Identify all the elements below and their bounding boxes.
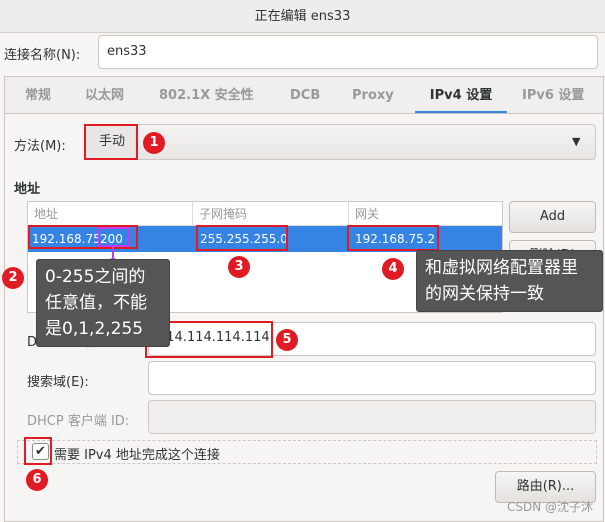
add-address-button[interactable]: Add (509, 201, 596, 233)
method-label: 方法(M): (14, 139, 66, 154)
dhcp-client-id-input (148, 400, 596, 434)
annotation-marker-6: 6 (26, 469, 48, 491)
connection-name-input[interactable]: ens33 (98, 35, 598, 69)
column-header-gateway[interactable]: 网关 (349, 202, 502, 226)
tab-ipv6-settings[interactable]: IPv6 设置 (522, 77, 584, 114)
search-domain-label: 搜索域(E): (27, 375, 89, 390)
tip-line: 和虚拟网络配置器里 (425, 258, 578, 278)
annotation-marker-5: 5 (276, 329, 298, 351)
tip-line: 的网关保持一致 (425, 284, 544, 304)
annotation-tip-gateway: 和虚拟网络配置器里 的网关保持一致 (416, 250, 603, 312)
annotation-box-address-suffix (98, 227, 130, 247)
column-header-netmask[interactable]: 子网掩码 (193, 202, 349, 226)
tab-general[interactable]: 常规 (25, 77, 51, 114)
tab-ethernet[interactable]: 以太网 (85, 77, 124, 114)
address-section-title: 地址 (14, 182, 41, 197)
require-ipv4-label: 需要 IPv4 地址完成这个连接 (54, 448, 220, 463)
connection-name-label: 连接名称(N): (4, 48, 81, 63)
tip-line: 0-255之间的 (45, 267, 146, 287)
annotation-box-checkbox (24, 437, 52, 465)
annotation-marker-2: 2 (2, 267, 24, 289)
tab-ipv4-settings[interactable]: IPv4 设置 (415, 77, 507, 114)
window-title: 正在编辑 ens33 (0, 0, 605, 33)
annotation-marker-1: 1 (143, 132, 165, 154)
watermark: CSDN @沈子沐 (506, 500, 593, 514)
annotation-tip-address-range: 0-255之间的 任意值，不能 是0,1,2,255 (36, 259, 170, 347)
search-domain-input[interactable] (148, 361, 596, 395)
dhcp-client-id-label: DHCP 客户端 ID: (27, 414, 130, 429)
annotation-box-method (84, 124, 138, 160)
annotation-marker-4: 4 (382, 258, 404, 280)
tab-proxy[interactable]: Proxy (352, 77, 394, 114)
tip-line: 任意值，不能 (45, 293, 147, 313)
annotation-marker-3: 3 (228, 256, 250, 278)
column-header-address[interactable]: 地址 (28, 202, 193, 226)
chevron-down-icon[interactable]: ▼ (572, 135, 580, 148)
annotation-box-netmask (196, 225, 288, 251)
tab-8021x-security[interactable]: 802.1X 安全性 (159, 77, 254, 114)
tab-bar: 常规 以太网 802.1X 安全性 DCB Proxy IPv4 设置 IPv6… (4, 76, 604, 114)
tip-line: 是0,1,2,255 (45, 319, 144, 339)
annotation-box-gateway (347, 225, 439, 251)
tab-dcb[interactable]: DCB (290, 77, 320, 114)
